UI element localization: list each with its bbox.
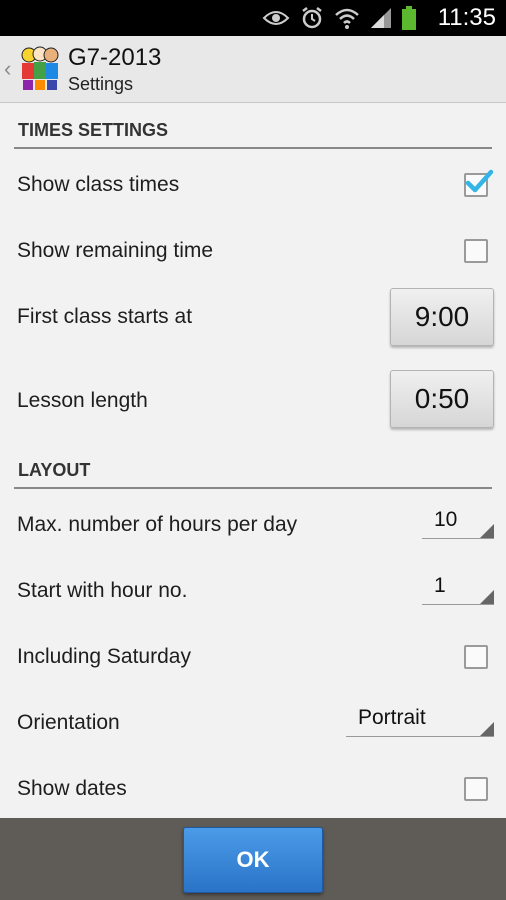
section-header-label: TIMES SETTINGS (18, 120, 169, 140)
show-class-times-label: Show class times (17, 173, 180, 196)
status-bar: 11:35 (0, 0, 506, 36)
status-time: 11:35 (437, 4, 496, 31)
show-dates-row[interactable]: Show dates (0, 755, 506, 821)
lesson-length-row: Lesson length 0:50 (0, 365, 506, 435)
signal-icon (370, 7, 392, 29)
show-class-times-row[interactable]: Show class times (0, 151, 506, 217)
show-remaining-time-label: Show remaining time (17, 239, 214, 262)
max-hours-spinner[interactable]: 10 (422, 508, 494, 539)
action-bar: ‹ G7-2013 Settings (0, 36, 506, 103)
eye-icon (262, 8, 290, 28)
max-hours-value: 10 (434, 508, 458, 531)
start-hour-label: Start with hour no. (17, 579, 188, 602)
dropdown-arrow-icon (480, 590, 494, 604)
orientation-spinner[interactable]: Portrait (346, 706, 494, 737)
settings-list: TIMES SETTINGS Show class times Show rem… (0, 103, 506, 818)
section-header-label: LAYOUT (18, 460, 91, 480)
lesson-length-label: Lesson length (17, 389, 148, 412)
battery-icon (402, 6, 416, 30)
start-hour-row: Start with hour no. 1 (0, 557, 506, 623)
section-header-times: TIMES SETTINGS (14, 103, 492, 149)
first-class-row: First class starts at 9:00 (0, 283, 506, 353)
checkmark-icon (465, 169, 494, 193)
up-caret-icon[interactable]: ‹ (4, 56, 11, 82)
show-remaining-time-checkbox[interactable] (464, 239, 488, 263)
dropdown-arrow-icon (480, 524, 494, 538)
alarm-icon (300, 6, 324, 30)
lesson-length-button[interactable]: 0:50 (390, 370, 494, 428)
show-remaining-time-row[interactable]: Show remaining time (0, 217, 506, 283)
max-hours-label: Max. number of hours per day (17, 513, 298, 536)
status-icons (262, 5, 416, 31)
first-class-label: First class starts at (17, 305, 193, 328)
show-class-times-checkbox[interactable] (464, 169, 494, 197)
dropdown-arrow-icon (480, 722, 494, 736)
wifi-icon (334, 7, 360, 29)
orientation-label: Orientation (17, 711, 120, 734)
including-saturday-row[interactable]: Including Saturday (0, 623, 506, 689)
section-header-layout: LAYOUT (14, 443, 492, 489)
max-hours-row: Max. number of hours per day 10 (0, 491, 506, 557)
first-class-time-button[interactable]: 9:00 (390, 288, 494, 346)
start-hour-value: 1 (434, 574, 446, 597)
ok-button[interactable]: OK (183, 827, 323, 893)
app-title: G7-2013 (68, 44, 162, 71)
screen-subtitle: Settings (68, 74, 134, 94)
show-dates-label: Show dates (17, 777, 127, 800)
show-dates-checkbox[interactable] (464, 777, 488, 801)
orientation-row: Orientation Portrait (0, 689, 506, 755)
including-saturday-checkbox[interactable] (464, 645, 488, 669)
footer-bar: OK (0, 818, 506, 900)
app-logo-icon[interactable] (20, 46, 60, 92)
orientation-value: Portrait (358, 706, 426, 729)
including-saturday-label: Including Saturday (17, 645, 191, 668)
start-hour-spinner[interactable]: 1 (422, 574, 494, 605)
